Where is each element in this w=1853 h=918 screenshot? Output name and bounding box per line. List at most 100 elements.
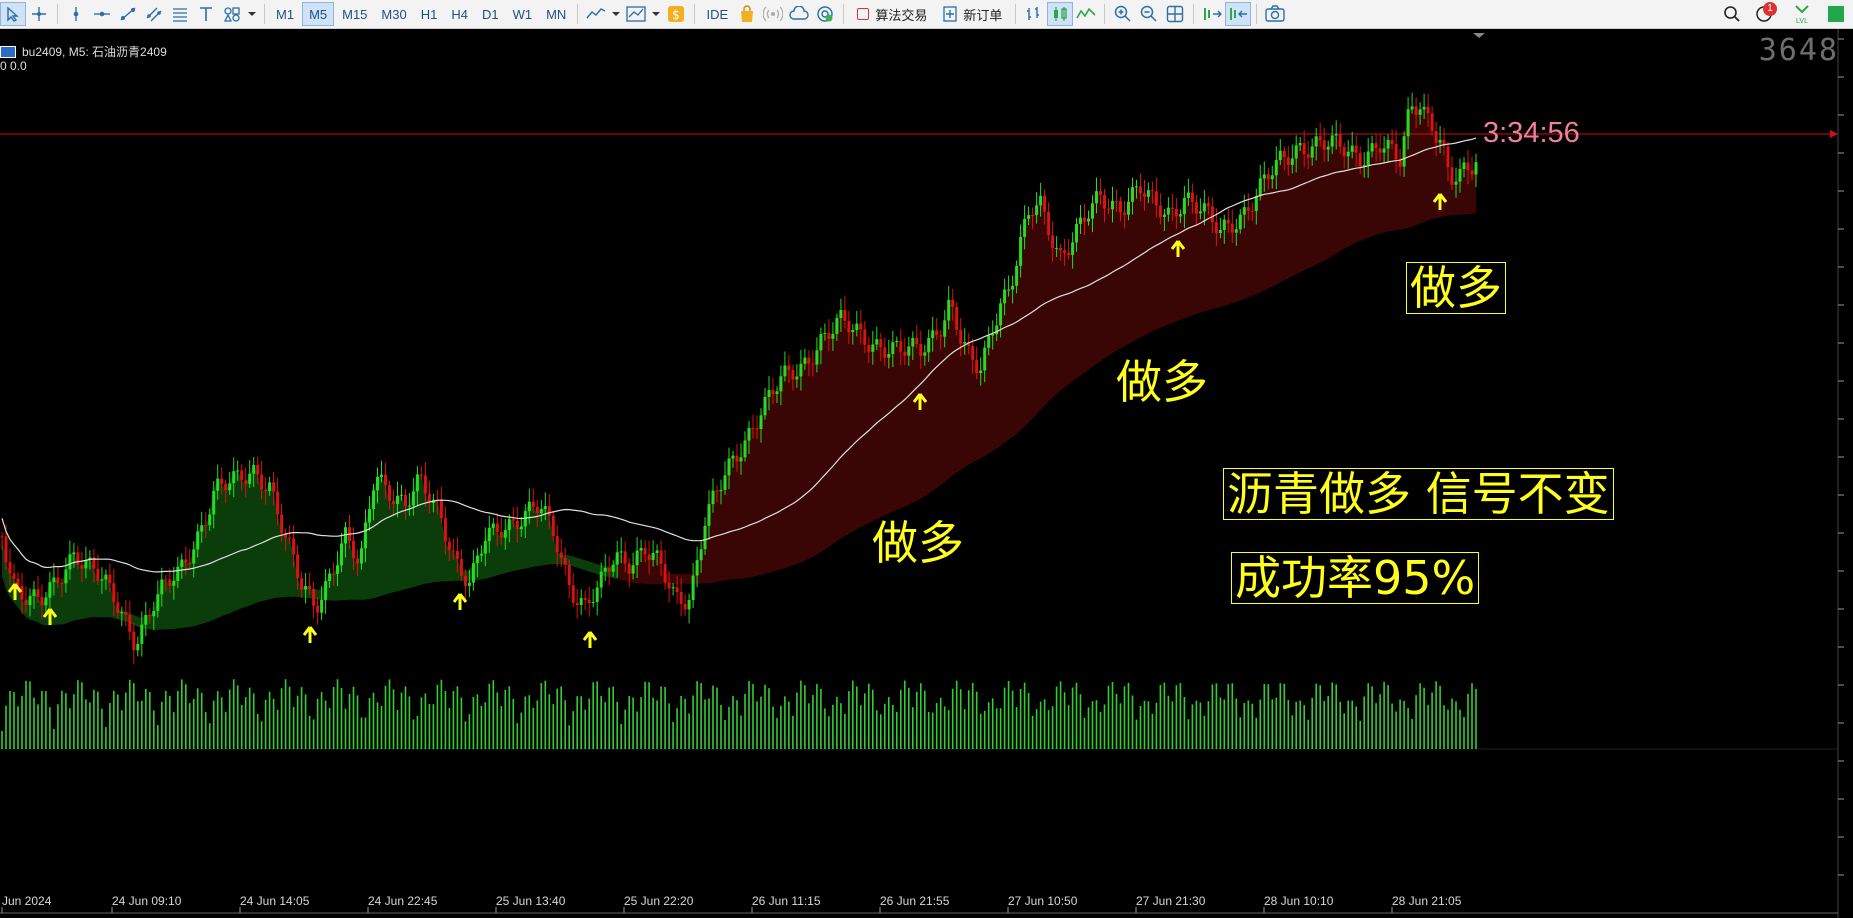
shapes-icon[interactable] <box>219 2 245 26</box>
fibonacci-icon[interactable] <box>167 2 193 26</box>
cursor-icon[interactable] <box>0 2 26 26</box>
volume-bar <box>188 703 191 749</box>
volume-bar <box>995 708 998 749</box>
volume-bar <box>1199 702 1202 749</box>
volume-bar <box>1231 683 1234 749</box>
volume-bar <box>456 686 459 749</box>
volume-bar <box>656 700 658 749</box>
volume-bar <box>740 715 742 749</box>
volume-bar <box>316 698 319 749</box>
volume-bar <box>141 700 143 749</box>
volume-bar <box>33 697 35 749</box>
notifications-button[interactable]: 1 <box>1745 2 1785 26</box>
bar-chart-icon[interactable] <box>1021 2 1047 26</box>
vertical-line-icon[interactable] <box>63 2 89 26</box>
algo-trading-button[interactable]: 算法交易 <box>849 2 935 26</box>
timeframe-h1-button[interactable]: H1 <box>415 2 444 26</box>
annotation-long-2[interactable]: 做多 <box>1116 359 1208 405</box>
text-tool-icon[interactable] <box>193 2 219 26</box>
chart-template-icon[interactable] <box>623 2 649 26</box>
candle <box>591 589 595 608</box>
volume-bar <box>133 683 135 749</box>
volume-bar <box>1043 699 1046 749</box>
timeframe-m1-button[interactable]: M1 <box>270 2 300 26</box>
volume-bar <box>596 681 598 749</box>
volume-bar <box>836 696 838 749</box>
vps-target-icon[interactable] <box>812 2 838 26</box>
lvl-rank-icon[interactable]: LVL <box>1785 2 1819 26</box>
ide-button[interactable]: IDE <box>700 2 734 26</box>
annotation-long-3[interactable]: 做多 <box>1406 262 1506 314</box>
screenshot-camera-icon[interactable] <box>1262 2 1288 26</box>
timeframe-h4-button[interactable]: H4 <box>445 2 474 26</box>
volume-bar <box>1351 700 1353 749</box>
volume-bar <box>1023 682 1026 749</box>
volume-bar <box>192 698 195 749</box>
volume-bar <box>888 697 890 749</box>
volume-bar <box>1003 687 1006 749</box>
volume-bar <box>109 703 111 749</box>
volume-bar <box>824 708 826 749</box>
line-chart-icon[interactable] <box>1073 2 1099 26</box>
dollar-icon[interactable]: $ <box>663 2 689 26</box>
channel-icon[interactable] <box>141 2 167 26</box>
timeframe-w1-button[interactable]: W1 <box>507 2 539 26</box>
volume-bar <box>292 706 295 749</box>
candlestick-chart-icon[interactable] <box>1047 2 1074 26</box>
search-icon[interactable] <box>1719 2 1745 26</box>
trendline-icon[interactable] <box>115 2 141 26</box>
zoom-out-icon[interactable] <box>1136 2 1162 26</box>
volume-bar <box>388 679 391 749</box>
auto-scroll-icon[interactable] <box>1199 2 1225 26</box>
timeframe-m30-button[interactable]: M30 <box>375 2 412 26</box>
market-bag-icon[interactable] <box>734 2 760 26</box>
indicators-icon[interactable] <box>583 2 609 26</box>
chart-window[interactable]: Jun 2024 24 Jun 09:10 24 Jun 14:05 24 Jun 2… <box>0 29 1853 918</box>
timeframe-group: M1 M5 M15 M30 H1 H4 D1 W1 MN <box>270 2 572 26</box>
cloud-icon[interactable] <box>786 2 812 26</box>
volume-bar <box>572 711 574 749</box>
volume-bar <box>1 731 3 749</box>
volume-bar <box>876 710 878 749</box>
annotation-success-rate[interactable]: 成功率95% <box>1231 552 1480 604</box>
volume-bar <box>288 686 291 749</box>
timeframe-m5-button[interactable]: M5 <box>302 2 335 26</box>
volume-bar <box>232 679 235 749</box>
volume-layer <box>1 679 1477 749</box>
volume-bar <box>276 709 279 749</box>
volume-bar <box>1227 684 1230 749</box>
tile-windows-icon[interactable] <box>1162 2 1188 26</box>
volume-bar <box>564 700 566 749</box>
volume-bar <box>987 702 990 749</box>
crosshair-icon[interactable] <box>26 2 52 26</box>
volume-bar <box>384 685 387 749</box>
candle <box>683 594 687 616</box>
annotation-signal-unchanged[interactable]: 沥青做多 信号不变 <box>1223 468 1614 520</box>
volume-bar <box>284 679 287 749</box>
volume-bar <box>1119 703 1122 749</box>
volume-bar <box>1311 697 1313 749</box>
new-order-button[interactable]: 新订单 <box>935 2 1010 26</box>
volume-bar <box>348 694 351 749</box>
dropdown-chevron-icon[interactable] <box>649 2 663 26</box>
volume-bar <box>716 687 718 749</box>
timeframe-m15-button[interactable]: M15 <box>336 2 373 26</box>
volume-bar <box>1339 701 1341 749</box>
horizontal-line-icon[interactable] <box>89 2 115 26</box>
candle <box>439 486 443 524</box>
chart-shift-icon[interactable] <box>1225 2 1252 26</box>
timeframe-d1-button[interactable]: D1 <box>476 2 505 26</box>
dropdown-chevron-icon[interactable] <box>609 2 623 26</box>
volume-bar <box>1271 699 1274 749</box>
timeframe-mn-button[interactable]: MN <box>540 2 572 26</box>
volume-bar <box>1203 715 1206 749</box>
signal-broadcast-icon[interactable] <box>760 2 786 26</box>
zoom-in-icon[interactable] <box>1110 2 1136 26</box>
account-square-icon[interactable] <box>1819 2 1853 26</box>
annotation-long-1[interactable]: 做多 <box>872 520 964 566</box>
candle <box>595 580 599 616</box>
dropdown-chevron-icon[interactable] <box>245 2 259 26</box>
volume-bar <box>1015 707 1018 749</box>
volume-bar <box>69 708 71 749</box>
time-axis-label: 28 Jun 10:10 <box>1264 894 1334 908</box>
